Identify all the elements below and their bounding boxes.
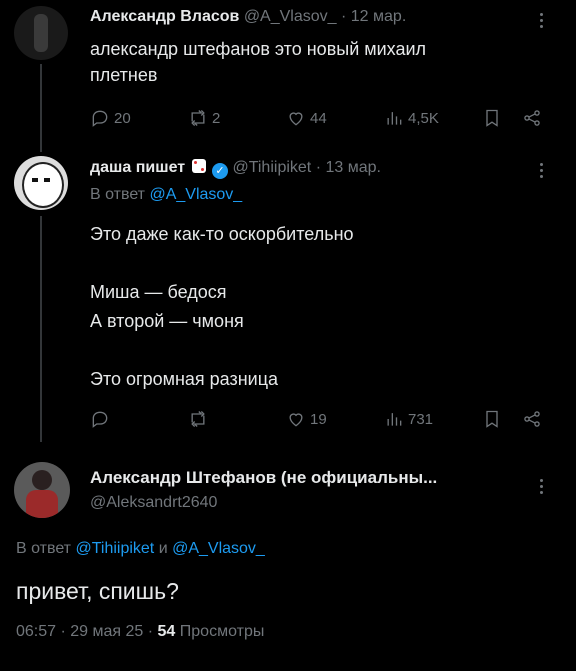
tweet-text-line: Это даже как-то оскорбительно (90, 224, 354, 244)
bookmark-button[interactable] (482, 108, 502, 128)
tweet3-text: привет, спишь? (16, 578, 179, 604)
more-options-icon[interactable] (540, 160, 543, 181)
reply-and: и (158, 540, 168, 557)
tweet-text-line: александр штефанов это новый михаил (90, 39, 427, 59)
tweet-text-line: А второй — чмоня (90, 311, 244, 331)
views-button[interactable]: 4,5K (384, 108, 439, 128)
retweet-button[interactable] (188, 409, 212, 429)
tweet-text-line: плетнев (90, 65, 158, 85)
tweet2-header: даша пишет ✓ @Tihiipiket · 13 мар. (90, 159, 381, 179)
tweet1-text: александр штефанов это новый михаил плет… (90, 36, 426, 88)
bookmark-icon (486, 410, 498, 428)
more-options-icon[interactable] (540, 476, 543, 497)
like-count: 19 (310, 410, 327, 428)
tweet-text-line: Миша — бедося (90, 282, 227, 302)
retweet-button[interactable]: 2 (188, 108, 220, 128)
author-name[interactable]: даша пишет (90, 159, 185, 176)
share-icon (524, 110, 540, 126)
reply-button[interactable] (90, 409, 114, 429)
reply-prefix: В ответ (16, 540, 72, 557)
dice-emoji-icon (191, 159, 206, 173)
retweet-icon (191, 110, 205, 126)
mention-link[interactable]: @Tihiipiket (75, 540, 154, 557)
heart-icon (289, 112, 303, 126)
reply-context: В ответ @Tihiipiket и @A_Vlasov_ (16, 540, 265, 558)
tweet-text-line: Это огромная разница (90, 369, 279, 389)
views-button[interactable]: 731 (384, 409, 433, 429)
reply-prefix: В ответ (90, 186, 146, 203)
tweet2-text: Это даже как-то оскорбительно Миша — бед… (90, 220, 354, 394)
tweet-meta: 06:57 · 29 мая 25 · 54 Просмотры (16, 623, 264, 641)
retweet-icon (191, 411, 205, 427)
like-button[interactable]: 44 (286, 108, 327, 128)
reply-icon (92, 110, 108, 127)
author-handle[interactable]: @A_Vlasov_ (244, 8, 337, 25)
avatar-aleksandrt2640[interactable] (14, 462, 70, 518)
reply-context: В ответ @A_Vlasov_ (90, 186, 242, 204)
share-icon (524, 411, 540, 427)
bookmark-icon (486, 109, 498, 127)
tweet-date[interactable]: · 12 мар. (341, 8, 406, 25)
tweet-date[interactable]: · 13 мар. (316, 159, 381, 176)
verified-badge-icon: ✓ (212, 163, 228, 179)
tweet1-header: Александр Власов @A_Vlasov_ · 12 мар. (90, 8, 406, 26)
avatar-tihiipiket[interactable] (14, 156, 68, 210)
avatar-a-vlasov[interactable] (14, 6, 68, 60)
views-count: 54 (157, 623, 176, 640)
views-icon (387, 112, 402, 125)
like-button[interactable]: 19 (286, 409, 327, 429)
retweet-count: 2 (212, 109, 221, 127)
views-icon (387, 413, 402, 426)
thread-line (40, 216, 42, 442)
views-count: 731 (408, 410, 434, 428)
reply-button[interactable]: 20 (90, 108, 131, 128)
like-count: 44 (310, 109, 327, 127)
views-count: 4,5K (408, 109, 439, 127)
mention-link[interactable]: @A_Vlasov_ (172, 540, 265, 557)
author-handle[interactable]: @Tihiipiket (232, 159, 311, 176)
more-options-icon[interactable] (540, 10, 543, 31)
author-name[interactable]: Александр Власов (90, 8, 239, 25)
heart-icon (289, 413, 303, 427)
tweet3-author-name[interactable]: Александр Штефанов (не официальны... (90, 468, 437, 488)
thread-line (40, 64, 42, 152)
bookmark-button[interactable] (482, 409, 502, 429)
share-button[interactable] (522, 108, 542, 128)
reply-icon (92, 411, 108, 428)
mention-link[interactable]: @A_Vlasov_ (149, 186, 242, 203)
tweet3-author-handle[interactable]: @Aleksandrt2640 (90, 494, 217, 512)
views-label: Просмотры (179, 623, 265, 640)
tweet-timestamp[interactable]: 06:57 · 29 мая 25 · (16, 623, 153, 640)
reply-count: 20 (114, 109, 131, 127)
share-button[interactable] (522, 409, 542, 429)
